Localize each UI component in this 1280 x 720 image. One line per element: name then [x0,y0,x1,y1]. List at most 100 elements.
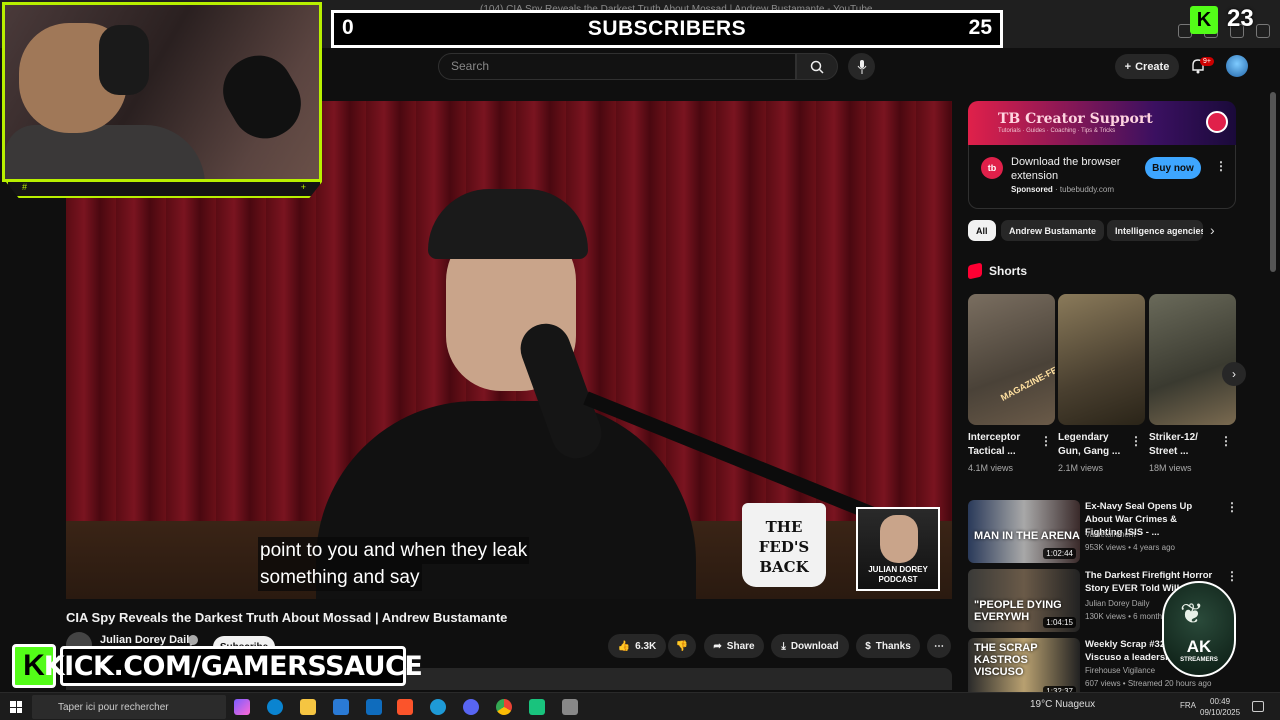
short-title[interactable]: Interceptor Tactical ... [968,431,1034,459]
video-caption: point to you and when they leak somethin… [258,537,530,591]
recommended-menu-icon[interactable]: ⋮ [1226,569,1238,583]
short-thumbnail[interactable] [1149,294,1236,425]
app-icon[interactable] [562,699,578,715]
subscriber-goal-bar: 0 SUBSCRIBERS 25 [331,10,1003,48]
thumbs-up-icon: 👍 [617,640,631,652]
thanks-icon: $ [865,640,871,652]
recommended-menu-icon[interactable]: ⋮ [1226,500,1238,514]
recommended-channel[interactable]: Julian Dorey Daily [1085,599,1149,608]
video-title: CIA Spy Reveals the Darkest Truth About … [66,610,508,625]
subscriber-goal-label: SUBSCRIBERS [587,17,747,40]
short-title[interactable]: Striker-12/ Street ... [1149,431,1215,459]
shorts-next-arrow-icon[interactable]: › [1222,362,1246,386]
taskbar-weather[interactable]: 19°C Nuageux [1030,699,1095,710]
file-explorer-icon[interactable] [300,699,316,715]
short-title[interactable]: Legendary Gun, Gang ... [1058,431,1124,459]
chip-all[interactable]: All [968,220,996,241]
store-icon[interactable] [333,699,349,715]
settings-icon[interactable] [1256,24,1270,38]
download-icon: ⤓ [781,640,786,652]
thumbnail-overlay-text: MAN IN THE ARENA [974,530,1080,542]
video-duration: 1:02:44 [1043,548,1076,559]
podcast-logo-face [880,515,918,563]
frame-plus-icon: + [300,182,306,192]
recommended-meta: 607 views • Streamed 20 hours ago [1085,679,1212,688]
share-button[interactable]: ➦ Share [704,634,764,658]
short-menu-icon[interactable]: ⋮ [1130,434,1142,448]
create-button[interactable]: + Create [1115,54,1179,79]
shorts-section-title: Shorts [989,264,1028,278]
voice-search-button[interactable] [848,53,875,80]
subscriber-goal-target: 25 [968,16,992,39]
short-thumbnail[interactable]: MAGAZINE-FED CROSSBOW [968,294,1055,425]
recommended-meta: 953K views • 4 years ago [1085,543,1175,552]
recommended-thumbnail[interactable]: MAN IN THE ARENA 1:02:44 [968,500,1080,563]
podcast-logo: JULIAN DOREY PODCAST [856,507,940,591]
webcam-frame-footer: # + [6,182,322,198]
recommended-channel[interactable]: Firehouse Vigilance [1085,666,1155,675]
chip-next-arrow-icon[interactable]: › [1210,222,1215,238]
ad-text[interactable]: Download the browser extension [1011,155,1151,183]
short-thumbnail-text: MAGAZINE-FED CROSSBOW [998,335,1055,403]
chip-intelligence-agencies[interactable]: Intelligence agencies [1107,220,1203,241]
share-icon: ➦ [713,640,722,652]
download-label: Download [790,640,839,652]
chrome-icon[interactable] [496,699,512,715]
recommended-thumbnail[interactable]: "PEOPLE DYING EVERYWH 1:04:15 [968,569,1080,632]
more-actions-button[interactable]: ⋯ [927,634,951,658]
ad-menu-icon[interactable]: ⋮ [1215,159,1227,173]
thanks-button[interactable]: $ Thanks [856,634,920,658]
ak-logo-text: AK [1186,637,1212,656]
ad-banner-title: TB Creator Support [998,111,1153,127]
download-button[interactable]: ⤓ Download [771,634,849,658]
ad-card: tb Download the browser extension Sponso… [968,145,1236,209]
search-input[interactable]: Search [438,53,796,80]
taskbar-clock[interactable]: 00:49 09/10/2025 [1200,696,1240,718]
advertiser-logo-icon: tb [981,157,1003,179]
search-button[interactable] [796,53,838,80]
like-button[interactable]: 👍 6.3K [608,634,666,658]
account-avatar[interactable] [1226,55,1248,77]
webcam-shirt [5,125,205,179]
chip-andrew-bustamante[interactable]: Andrew Bustamante [1001,220,1105,241]
windows-start-icon[interactable] [10,701,22,713]
short-views: 2.1M views [1058,463,1104,473]
thumbs-down-icon: 👎 [675,640,689,652]
plus-icon: + [1124,60,1132,73]
taskbar-search-input[interactable]: Taper ici pour rechercher [32,695,226,719]
ad-banner[interactable]: TB Creator Support Tutorials · Guides · … [968,101,1236,145]
dislike-button[interactable]: 👎 [668,634,696,658]
windows-taskbar: Taper ici pour rechercher 19°C Nuageux F… [0,692,1280,720]
taskbar-language[interactable]: FRA [1180,701,1196,710]
edge-icon[interactable] [267,699,283,715]
caption-line-1: point to you and when they leak [258,537,530,564]
thumbnail-overlay-text: THE SCRAP KASTROS VISCUSO [974,642,1038,678]
short-menu-icon[interactable]: ⋮ [1040,434,1052,448]
recommended-channel[interactable]: Valuetainment [1085,530,1136,539]
copilot-icon[interactable] [234,699,250,715]
video-duration: 1:04:15 [1043,617,1076,628]
phoenix-icon: ❦ [1180,598,1204,629]
more-horizontal-icon: ⋯ [934,640,944,652]
outlook-icon[interactable] [366,699,382,715]
microphone-icon [857,59,866,74]
ad-sponsored-label: Sponsored [1011,185,1053,194]
notification-badge: 9+ [1200,57,1214,66]
short-views: 4.1M views [968,463,1014,473]
caption-line-2: something and say [258,564,422,591]
notification-center-icon[interactable] [1252,701,1264,712]
kick-url-banner: K KICK.COM/GAMERSSAUCE [12,644,423,688]
discord-icon[interactable] [463,699,479,715]
app-icon[interactable] [529,699,545,715]
tubebuddy-logo-icon [1206,111,1228,133]
buy-now-button[interactable]: Buy now [1145,157,1201,179]
streamer-webcam [2,2,322,182]
thanks-label: Thanks [875,640,911,652]
page-scrollbar[interactable] [1270,92,1276,272]
taskbar-date: 09/10/2025 [1200,708,1241,717]
short-menu-icon[interactable]: ⋮ [1220,434,1232,448]
video-mug: THE FED'S BACK [742,503,826,587]
brave-icon[interactable] [397,699,413,715]
short-thumbnail[interactable] [1058,294,1145,425]
app-icon[interactable] [430,699,446,715]
